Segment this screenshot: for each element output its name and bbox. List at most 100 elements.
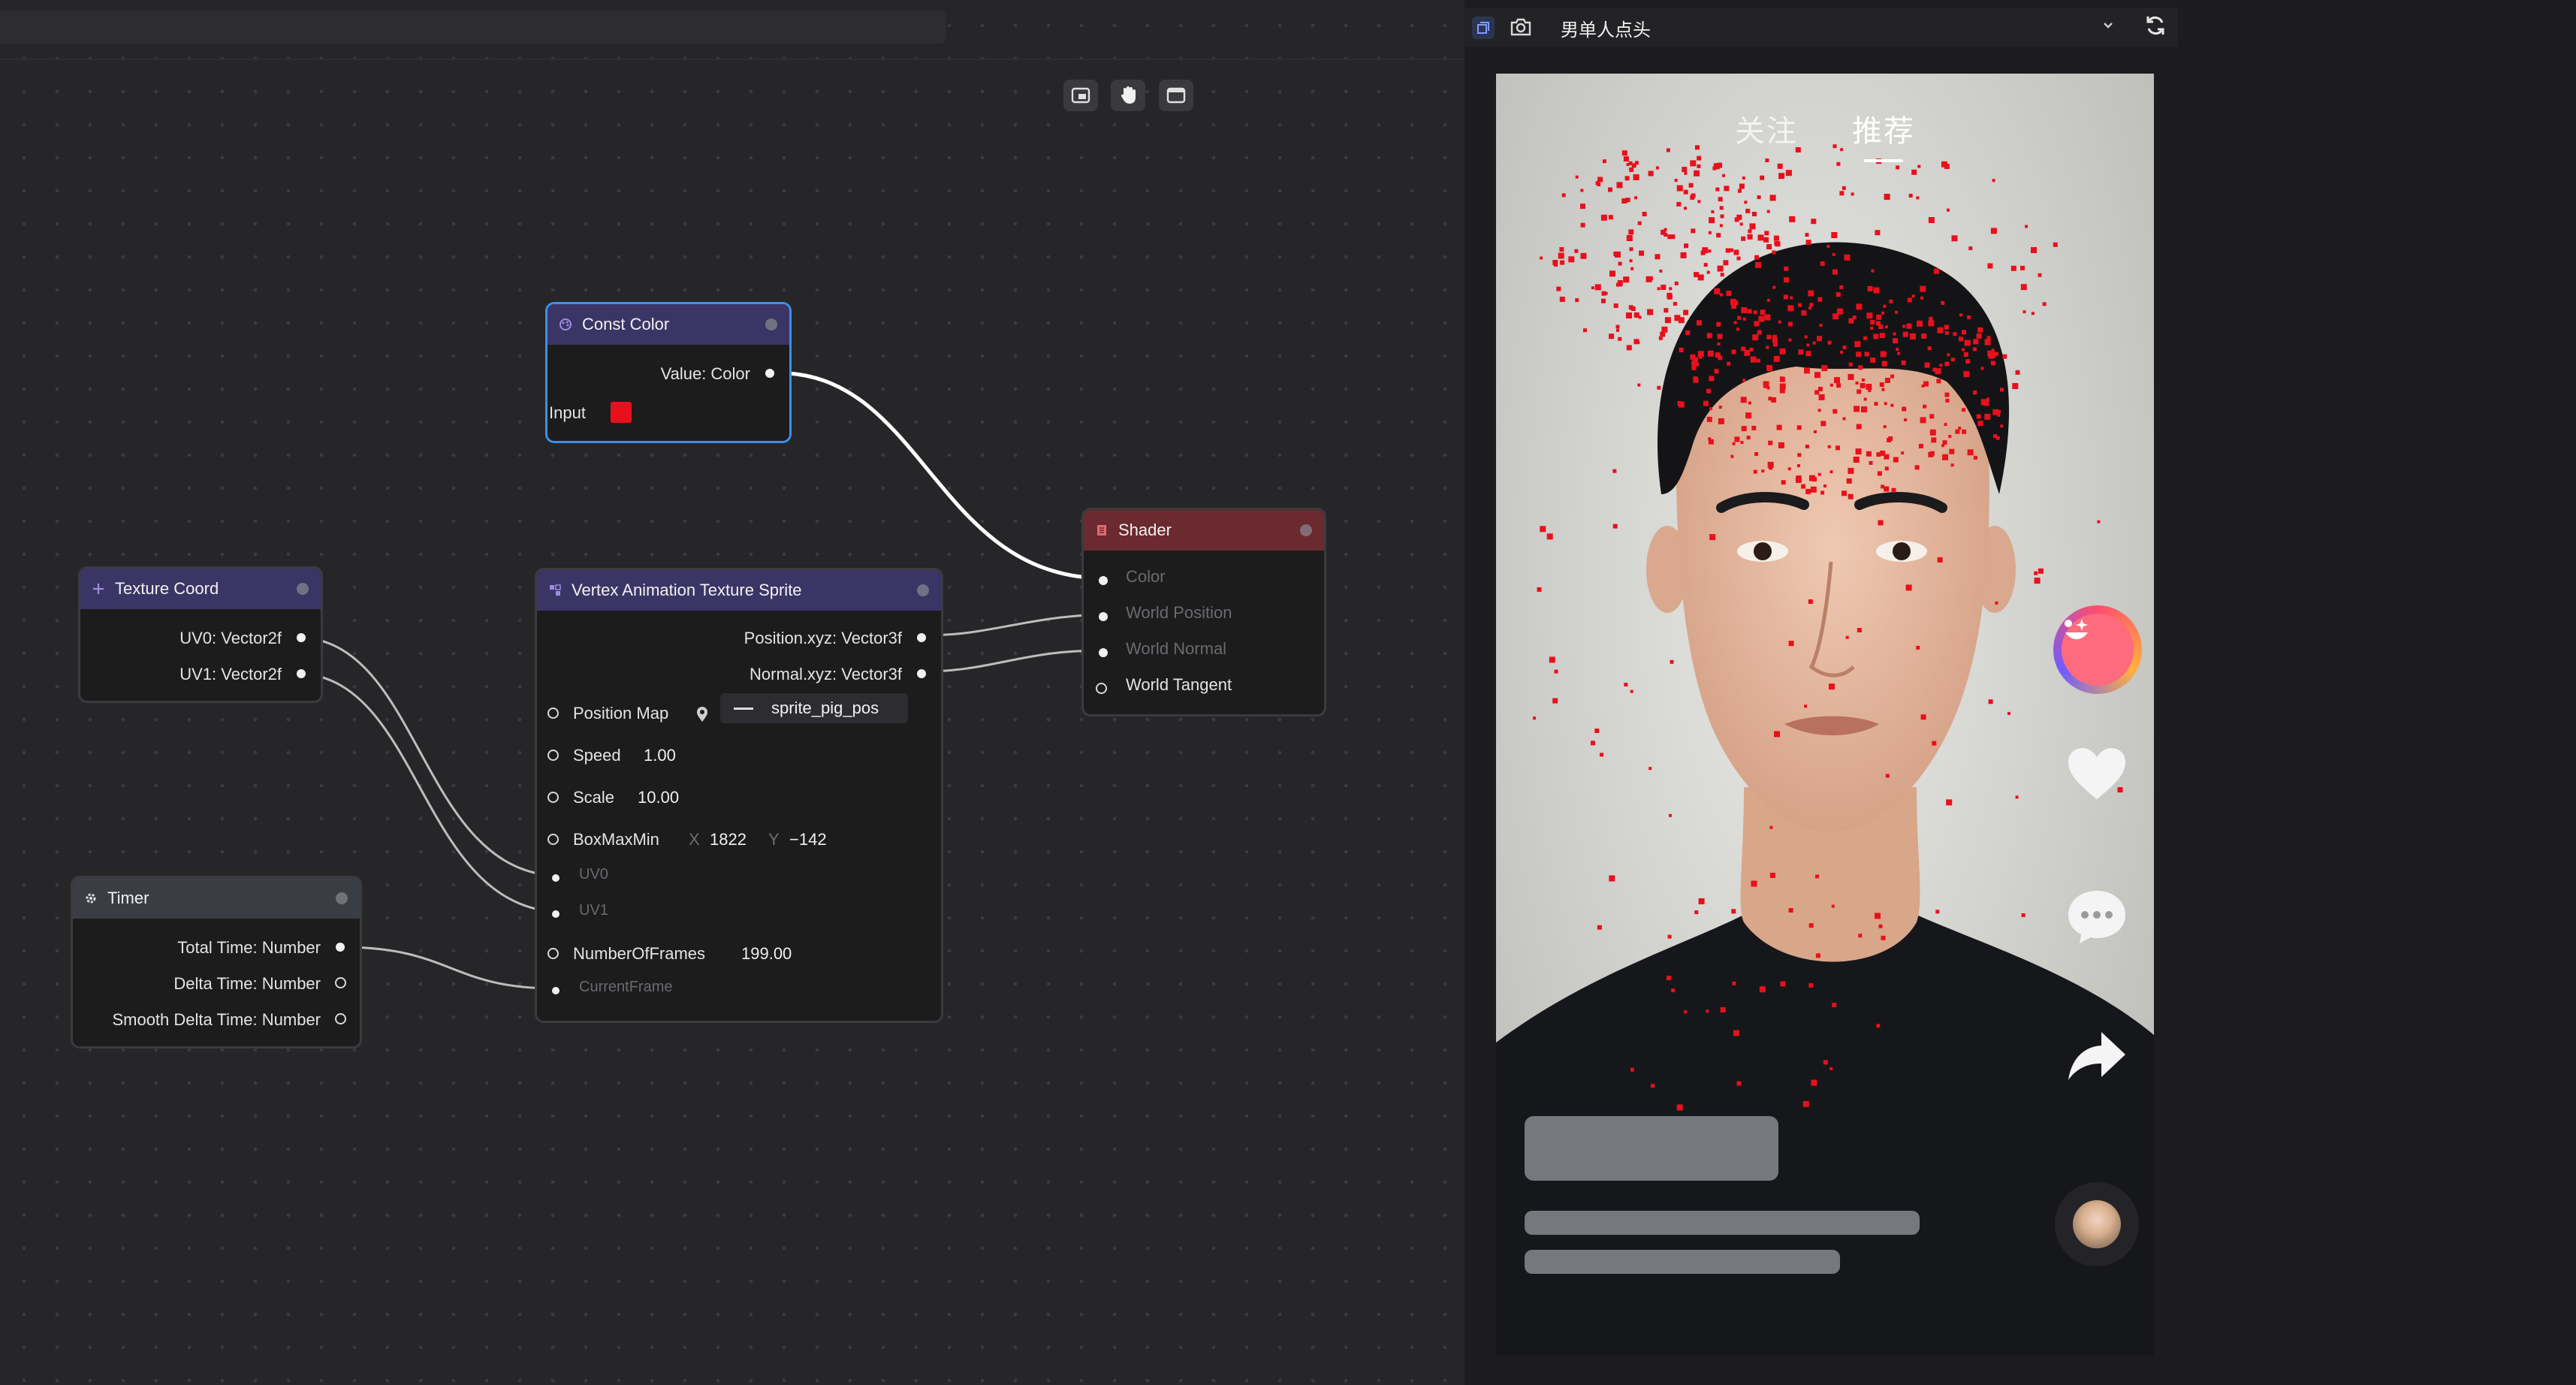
refresh-icon[interactable] — [2143, 14, 2167, 41]
input-port[interactable] — [552, 987, 560, 994]
particle — [1876, 452, 1881, 457]
output-port[interactable] — [336, 943, 345, 952]
particle — [1769, 466, 1773, 470]
scale-label: Scale — [573, 788, 615, 807]
effect-name[interactable]: 男单人点头 — [1561, 15, 1651, 41]
particle — [1904, 418, 1908, 421]
particle — [1893, 338, 1898, 344]
particle — [1580, 204, 1585, 210]
particle — [1947, 353, 1950, 357]
particle — [1556, 286, 1561, 291]
info-icon[interactable] — [297, 583, 309, 595]
node-header[interactable]: Vertex Animation Texture Sprite — [537, 570, 941, 611]
comment-icon[interactable] — [2067, 888, 2127, 948]
particle — [1754, 452, 1759, 456]
particle — [1808, 923, 1814, 928]
particle — [1780, 981, 1786, 987]
particle — [1616, 182, 1623, 189]
particle — [1808, 599, 1813, 604]
node-texture-coord[interactable]: Texture Coord UV0: Vector2f UV1: Vector2… — [78, 566, 323, 703]
particle — [1714, 288, 1721, 294]
particle — [1720, 1007, 1726, 1012]
input-port[interactable] — [547, 792, 559, 803]
node-graph-canvas[interactable]: Const Color Value: Color Input Texture C… — [0, 0, 1464, 1385]
effect-avatar-icon[interactable] — [2053, 605, 2142, 694]
camera-icon[interactable] — [1510, 17, 1532, 41]
output-port[interactable] — [335, 1013, 346, 1024]
particle — [1725, 248, 1730, 253]
particle — [1873, 287, 1880, 294]
node-vat-sprite[interactable]: Vertex Animation Texture Sprite Position… — [535, 568, 943, 1023]
output-port[interactable] — [297, 669, 306, 678]
info-icon[interactable] — [1300, 524, 1312, 536]
chevron-down-icon[interactable] — [2101, 15, 2115, 40]
particle — [1811, 1079, 1817, 1086]
input-port[interactable] — [547, 948, 559, 959]
particle — [1639, 250, 1645, 256]
input-port[interactable] — [552, 874, 560, 882]
minus-icon[interactable] — [734, 707, 753, 710]
node-header[interactable]: Shader — [1084, 510, 1324, 551]
input-port[interactable] — [1096, 683, 1107, 694]
position-map-picker[interactable]: sprite_pig_pos — [720, 693, 908, 723]
node-header[interactable]: Timer — [73, 878, 360, 919]
particle — [1962, 429, 1967, 434]
output-port[interactable] — [917, 633, 926, 642]
info-icon[interactable] — [336, 892, 348, 904]
color-swatch[interactable] — [611, 402, 632, 423]
layers-icon[interactable] — [1472, 17, 1495, 39]
input-port[interactable] — [547, 834, 559, 845]
frames-label: NumberOfFrames — [573, 944, 706, 963]
x-value[interactable]: 1822 — [710, 830, 747, 849]
speed-value[interactable]: 1.00 — [644, 746, 676, 765]
particle — [1995, 352, 1998, 356]
effect-preview-viewport[interactable]: 关注 推荐 — [1496, 74, 2154, 1355]
particle — [1805, 240, 1811, 246]
frame-icon[interactable] — [1063, 80, 1098, 111]
output-port[interactable] — [297, 633, 306, 642]
particle — [1764, 231, 1769, 236]
particle — [1618, 336, 1622, 341]
y-value[interactable]: −142 — [789, 830, 827, 849]
output-port[interactable] — [765, 369, 774, 378]
input-port[interactable] — [1099, 576, 1108, 585]
particle — [1676, 1104, 1683, 1111]
particle — [1618, 282, 1623, 287]
output-port[interactable] — [335, 977, 346, 988]
particle — [1949, 448, 1955, 454]
window-icon[interactable] — [1159, 80, 1193, 111]
info-icon[interactable] — [765, 318, 777, 330]
particle — [1891, 487, 1896, 493]
input-port[interactable] — [1099, 612, 1108, 621]
input-port[interactable] — [1099, 648, 1108, 657]
output-port[interactable] — [917, 669, 926, 678]
music-disc-icon[interactable] — [2055, 1182, 2139, 1266]
node-shader[interactable]: Shader Color World Position World Normal… — [1081, 508, 1326, 717]
particle — [1848, 467, 1854, 474]
share-icon[interactable] — [2067, 1030, 2127, 1091]
tab-following[interactable]: 关注 — [1735, 107, 1798, 150]
node-timer[interactable]: Timer Total Time: Number Delta Time: Num… — [71, 876, 362, 1049]
info-icon[interactable] — [917, 584, 929, 596]
particle — [1855, 382, 1859, 385]
particle — [1955, 429, 1960, 434]
particle — [1853, 457, 1860, 463]
input-port[interactable] — [552, 910, 560, 918]
node-const-color[interactable]: Const Color Value: Color Input — [545, 302, 792, 443]
node-header[interactable]: Const Color — [547, 304, 789, 345]
input-port[interactable] — [547, 750, 559, 761]
input-port[interactable] — [547, 708, 559, 719]
particle — [1986, 336, 1991, 340]
particle — [2042, 302, 2047, 306]
node-header[interactable]: Texture Coord — [80, 569, 321, 609]
hand-icon[interactable] — [1111, 80, 1145, 111]
particle — [1789, 216, 1796, 222]
particle — [1706, 1009, 1709, 1013]
pin-icon[interactable] — [695, 705, 710, 727]
frames-value[interactable]: 199.00 — [741, 944, 792, 964]
tab-recommended[interactable]: 推荐 — [1852, 107, 1915, 150]
heart-icon[interactable] — [2067, 747, 2127, 807]
scale-value[interactable]: 10.00 — [638, 788, 679, 807]
particle — [1884, 194, 1890, 200]
particle — [1986, 397, 1989, 401]
